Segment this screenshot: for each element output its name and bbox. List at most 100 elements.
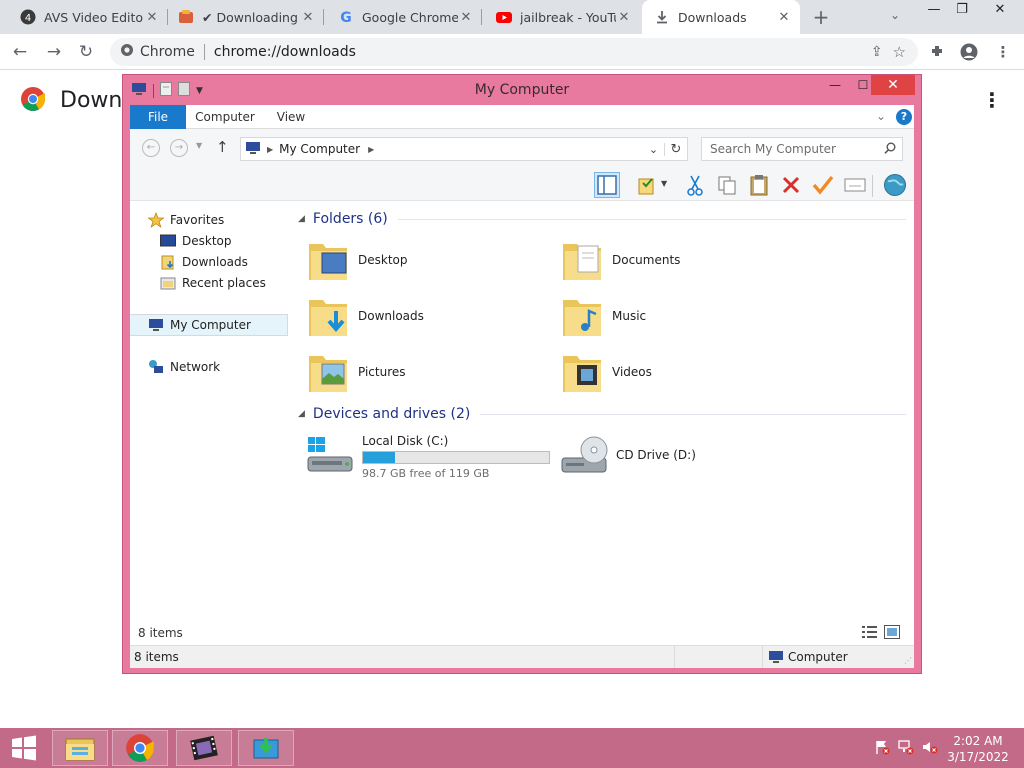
browser-toolbar: ← → ↻ Chrome chrome://downloads ⇪ ☆ ⋮ — [0, 34, 1024, 70]
tab-separator — [323, 9, 324, 25]
nav-network[interactable]: Network — [148, 356, 306, 378]
back-icon[interactable]: ← — [10, 42, 30, 62]
back-icon[interactable]: ← — [142, 139, 160, 157]
omnibox-divider — [203, 44, 205, 60]
close-icon[interactable]: ✕ — [616, 10, 632, 25]
videos-folder-icon — [560, 349, 604, 395]
help-icon[interactable]: ? — [896, 109, 912, 125]
minimize-icon[interactable]: — — [821, 75, 849, 95]
tab-downloading[interactable]: ✔ Downloading ✕ — [166, 0, 324, 34]
drive-name: CD Drive (D:) — [616, 447, 696, 462]
tab-title: AVS Video Editor — [44, 9, 144, 25]
restore-icon[interactable]: ❐ — [946, 0, 978, 22]
tab-view[interactable]: View — [266, 105, 316, 129]
action-center-icon[interactable] — [874, 739, 890, 755]
collapse-icon[interactable]: ◢ — [298, 214, 305, 224]
taskbar-chrome[interactable] — [112, 730, 168, 766]
folder-name: Music — [612, 309, 647, 323]
tab-google-chrome-help[interactable]: G Google Chrome H ✕ — [326, 0, 482, 34]
drive-usage-bar — [362, 451, 550, 464]
taskbar-clock[interactable]: 2:02 AM 3/17/2022 — [946, 733, 1010, 765]
close-icon[interactable]: ✕ — [776, 10, 792, 25]
refresh-icon[interactable]: ↻ — [665, 142, 687, 157]
select-options-icon[interactable] — [634, 172, 660, 198]
download-icon — [654, 9, 670, 25]
nav-favorites[interactable]: Favorites — [148, 209, 306, 231]
cut-icon[interactable] — [682, 172, 708, 198]
preview-pane-icon[interactable] — [594, 172, 620, 198]
close-icon[interactable]: ✕ — [984, 0, 1016, 22]
nav-label: My Computer — [170, 318, 251, 332]
paste-icon[interactable] — [746, 172, 772, 198]
tab-search-icon[interactable]: ⌄ — [890, 8, 900, 22]
network-status-icon[interactable] — [898, 739, 914, 755]
explorer-body: File Computer View ⌄ ? ← → ▼ ↑ ▶ My Comp… — [130, 105, 914, 668]
forward-icon[interactable]: → — [170, 139, 188, 157]
resize-grip-icon[interactable]: ⋰ — [904, 656, 912, 665]
up-arrow-icon[interactable]: ↑ — [216, 138, 229, 156]
page-menu-icon[interactable]: ⋮ — [982, 88, 1002, 112]
windows-drive-icon — [306, 435, 356, 479]
explorer-titlebar[interactable]: ▼ My Computer — ☐ ✕ — [123, 75, 921, 105]
computer-icon — [148, 317, 164, 333]
start-button[interactable] — [0, 730, 48, 766]
profile-avatar-icon[interactable] — [960, 43, 978, 61]
properties-icon[interactable] — [842, 172, 868, 198]
tab-downloads[interactable]: Downloads ✕ — [642, 0, 800, 34]
close-icon[interactable]: ✕ — [871, 75, 915, 95]
search-icon[interactable] — [884, 142, 896, 157]
new-tab-button[interactable]: + — [810, 6, 832, 28]
reload-icon[interactable]: ↻ — [76, 42, 96, 62]
folders-group-header[interactable]: ◢ Folders (6) — [298, 207, 906, 231]
volume-muted-icon[interactable] — [922, 739, 938, 755]
nav-my-computer[interactable]: My Computer — [130, 314, 288, 336]
folder-item-music[interactable]: Music — [560, 291, 800, 341]
recent-locations-icon[interactable]: ▼ — [196, 141, 202, 150]
drive-item-d[interactable]: CD Drive (D:) — [560, 434, 696, 478]
taskbar-avs-video-editor[interactable] — [176, 730, 232, 766]
folder-name: Videos — [612, 365, 652, 379]
rename-check-icon[interactable] — [810, 172, 836, 198]
details-view-icon[interactable] — [862, 625, 878, 642]
folder-item-downloads[interactable]: Downloads — [306, 291, 546, 341]
group-title: Folders (6) — [312, 211, 388, 227]
large-icons-view-icon[interactable] — [884, 625, 900, 642]
chrome-menu-icon[interactable]: ⋮ — [994, 43, 1012, 61]
tab-computer[interactable]: Computer — [190, 105, 260, 129]
drive-item-c[interactable]: Local Disk (C:) 98.7 GB free of 119 GB — [306, 434, 550, 480]
youtube-icon — [496, 9, 512, 25]
copy-icon[interactable] — [714, 172, 740, 198]
close-icon[interactable]: ✕ — [458, 10, 474, 25]
search-input[interactable]: Search My Computer — [701, 137, 903, 161]
nav-label: Recent places — [182, 276, 266, 290]
folder-item-videos[interactable]: Videos — [560, 347, 800, 397]
folder-item-documents[interactable]: Documents — [560, 235, 800, 285]
forward-icon[interactable]: → — [44, 42, 64, 62]
extensions-icon[interactable] — [928, 43, 946, 61]
taskbar-installer[interactable] — [238, 730, 294, 766]
globe-icon[interactable] — [882, 172, 908, 198]
tab-youtube-jailbreak[interactable]: jailbreak - YouTub ✕ — [484, 0, 640, 34]
chevron-down-icon[interactable]: ▼ — [661, 179, 667, 188]
address-path[interactable]: My Computer — [279, 142, 360, 156]
delete-icon[interactable] — [778, 172, 804, 198]
close-icon[interactable]: ✕ — [144, 10, 160, 25]
share-icon[interactable]: ⇪ — [871, 44, 883, 60]
folder-item-desktop[interactable]: Desktop — [306, 235, 546, 285]
collapse-icon[interactable]: ◢ — [298, 409, 305, 419]
bookmark-star-icon[interactable]: ☆ — [893, 43, 906, 61]
folder-name: Desktop — [358, 253, 408, 267]
devices-group-header[interactable]: ◢ Devices and drives (2) — [298, 402, 906, 426]
tab-title: ✔ Downloading — [202, 9, 298, 25]
address-bar[interactable]: ▶ My Computer ▶ ⌄ ↻ — [240, 137, 688, 161]
expand-ribbon-icon[interactable]: ⌄ — [876, 109, 886, 123]
close-icon[interactable]: ✕ — [300, 10, 316, 25]
breadcrumb-chevron-icon[interactable]: ▶ — [267, 145, 273, 154]
address-dropdown-icon[interactable]: ⌄ — [643, 142, 665, 156]
folder-item-pictures[interactable]: Pictures — [306, 347, 546, 397]
tab-file[interactable]: File — [130, 105, 186, 129]
breadcrumb-chevron-icon[interactable]: ▶ — [368, 145, 374, 154]
omnibox[interactable]: Chrome chrome://downloads ⇪ ☆ — [110, 38, 918, 66]
taskbar-file-explorer[interactable] — [52, 730, 108, 766]
tab-avs-video-editor[interactable]: 4 AVS Video Editor ✕ — [8, 0, 168, 34]
